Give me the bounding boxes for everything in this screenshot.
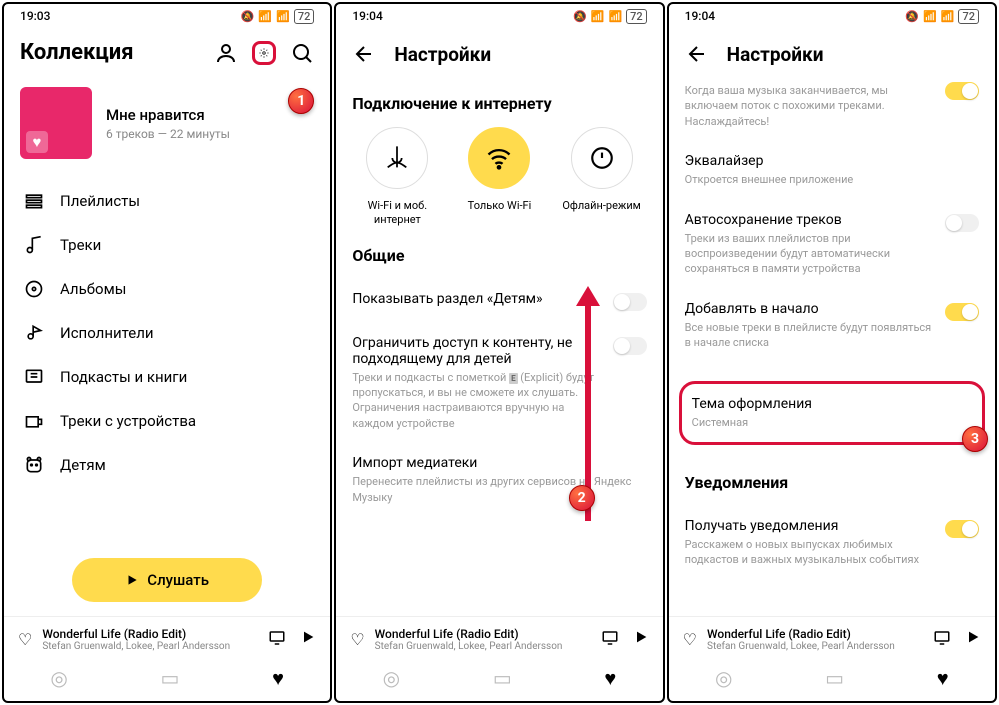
toggle-flow[interactable] [945, 82, 979, 100]
conn-wifi-mobile[interactable]: Wi-Fi и моб. интернет [347, 127, 447, 228]
menu-tracks[interactable]: Треки [4, 223, 330, 267]
liked-subtitle: 6 треков — 22 минуты [106, 127, 230, 141]
setting-import[interactable]: Импорт медиатеки Перенесите плейлисты из… [336, 443, 662, 517]
search-icon[interactable] [290, 41, 314, 65]
profile-icon[interactable] [214, 41, 238, 65]
setting-equalizer[interactable]: Эквалайзер Откроется внешнее приложение [669, 141, 995, 199]
now-playing-bar[interactable]: ♡ Wonderful Life (Radio Edit) Stefan Gru… [336, 616, 662, 658]
liked-artwork [20, 87, 92, 159]
setting-add-start[interactable]: Добавлять в начало Все новые треки в пле… [669, 289, 995, 363]
now-playing-bar[interactable]: ♡ Wonderful Life (Radio Edit) Stefan Gru… [4, 616, 330, 658]
listen-button[interactable]: Слушать [72, 558, 262, 602]
menu-device-tracks[interactable]: Треки с устройства [4, 399, 330, 443]
conn-offline[interactable]: Офлайн-режим [552, 127, 652, 228]
nav-liked-icon[interactable]: ♥ [937, 666, 949, 691]
status-time: 19:04 [685, 9, 715, 23]
play-icon[interactable] [965, 629, 981, 651]
nav-liked-icon[interactable]: ♥ [272, 666, 284, 691]
status-time: 19:03 [20, 9, 50, 23]
cast-icon[interactable] [601, 629, 619, 651]
bottom-nav: ◎ ▭ ♥ [669, 658, 995, 701]
callout-2: 2 [569, 485, 595, 511]
nav-liked-icon[interactable]: ♥ [604, 666, 616, 691]
menu-podcasts[interactable]: Подкасты и книги [4, 355, 330, 399]
page-title: Коллекция [20, 40, 134, 65]
callout-3: 3 [962, 426, 988, 452]
np-artist: Stefan Gruenwald, Lokee, Pearl Andersson [42, 641, 258, 652]
screen-settings-2: 19:04 🔕📶📶72 Настройки Когда ваша музыка … [667, 2, 997, 703]
status-time: 19:04 [352, 9, 382, 23]
now-playing-bar[interactable]: ♡ Wonderful Life (Radio Edit) Stefan Gru… [669, 616, 995, 658]
status-bar: 19:04 🔕📶📶72 [669, 4, 995, 28]
nav-wave-icon[interactable]: ◎ [383, 666, 400, 691]
page-title: Настройки [727, 43, 824, 66]
setting-restrict[interactable]: Ограничить доступ к контенту, не подходя… [336, 323, 662, 444]
back-icon[interactable] [352, 42, 376, 66]
status-icons: 🔕📶📶72 [905, 9, 979, 24]
status-icons: 🔕📶📶72 [573, 9, 647, 24]
status-bar: 19:04 🔕📶📶72 [336, 4, 662, 28]
liked-playlist-card[interactable]: Мне нравится 6 треков — 22 минуты [4, 73, 330, 179]
nav-podcasts-icon[interactable]: ▭ [825, 666, 844, 691]
toggle-autosave[interactable] [945, 214, 979, 232]
back-icon[interactable] [685, 42, 709, 66]
liked-title: Мне нравится [106, 106, 230, 124]
toggle-addstart[interactable] [945, 303, 979, 321]
setting-autosave[interactable]: Автосохранение треков Треки из ваших пле… [669, 200, 995, 289]
cast-icon[interactable] [268, 629, 286, 651]
heart-icon[interactable]: ♡ [18, 630, 32, 649]
collection-menu: Плейлисты Треки Альбомы Исполнители Подк… [4, 179, 330, 550]
nav-podcasts-icon[interactable]: ▭ [493, 666, 512, 691]
status-icons: 🔕📶📶72 [241, 9, 315, 24]
conn-wifi-only[interactable]: Только Wi-Fi [449, 127, 549, 228]
setting-theme[interactable]: Тема оформления Системная 3 [679, 381, 985, 445]
cast-icon[interactable] [933, 629, 951, 651]
menu-artists[interactable]: Исполнители [4, 311, 330, 355]
settings-icon[interactable] [252, 41, 276, 65]
play-icon[interactable] [300, 629, 316, 651]
bottom-nav: ◎ ▭ ♥ [336, 658, 662, 701]
toggle-notif[interactable] [945, 520, 979, 538]
nav-wave-icon[interactable]: ◎ [715, 666, 732, 691]
play-icon[interactable] [633, 629, 649, 651]
screen-settings-1: 19:04 🔕📶📶72 Настройки Подключение к инте… [334, 2, 664, 703]
menu-playlists[interactable]: Плейлисты [4, 179, 330, 223]
menu-albums[interactable]: Альбомы [4, 267, 330, 311]
menu-kids[interactable]: Детям [4, 443, 330, 487]
heart-icon[interactable]: ♡ [350, 630, 364, 649]
nav-podcasts-icon[interactable]: ▭ [160, 666, 179, 691]
setting-receive-notif[interactable]: Получать уведомления Расскажем о новых в… [669, 506, 995, 580]
status-bar: 19:03 🔕📶📶72 [4, 4, 330, 28]
page-title: Настройки [394, 43, 491, 66]
bottom-nav: ◎ ▭ ♥ [4, 658, 330, 701]
setting-kids-section[interactable]: Показывать раздел «Детям» [336, 279, 662, 323]
heart-icon[interactable]: ♡ [683, 630, 697, 649]
toggle-kids[interactable] [613, 293, 647, 311]
toggle-restrict[interactable] [613, 337, 647, 355]
nav-wave-icon[interactable]: ◎ [50, 666, 67, 691]
section-notifications: Уведомления [669, 467, 995, 506]
np-title: Wonderful Life (Radio Edit) [42, 627, 258, 641]
section-general: Общие [336, 228, 662, 279]
screen-collection: 19:03 🔕📶📶72 Коллекция 1 Мне нравится 6 т… [2, 2, 332, 703]
section-connection: Подключение к интернету [336, 76, 662, 127]
